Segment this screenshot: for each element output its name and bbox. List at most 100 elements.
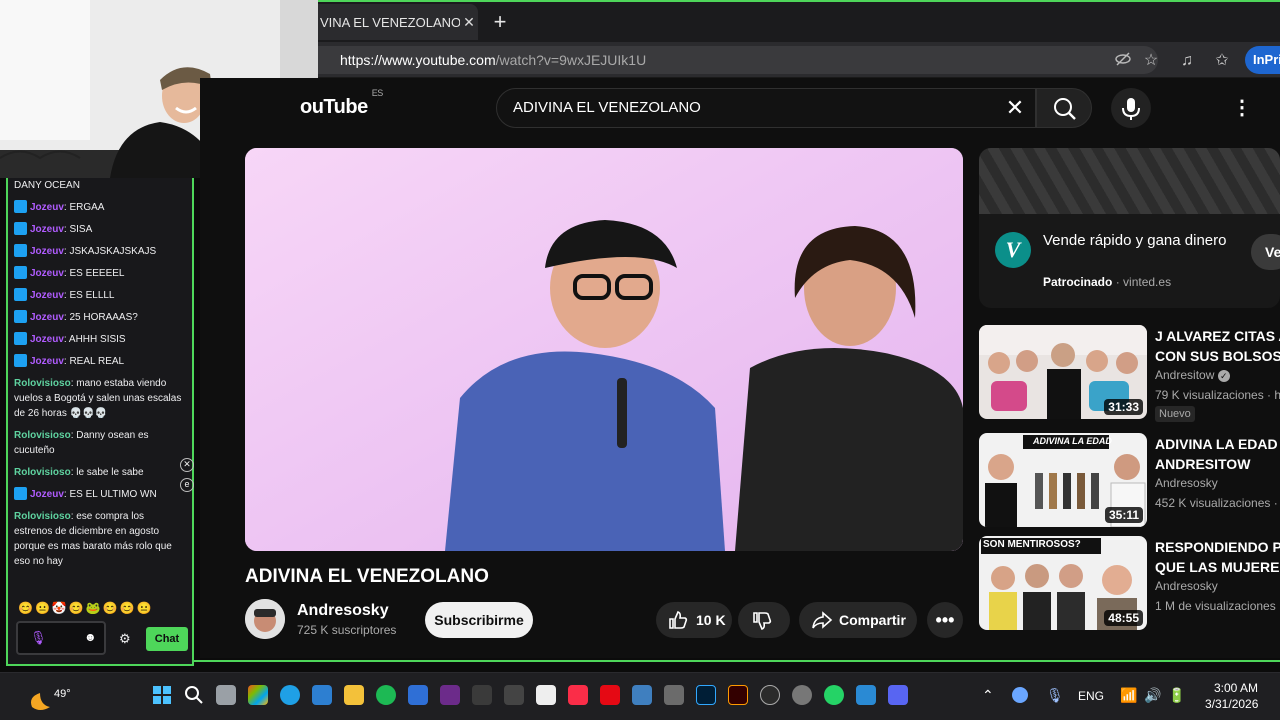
recommended-video[interactable]: ADIVINA LA EDAD 35:11 ADIVINA LA EDAD -A… <box>979 433 1280 529</box>
favorite-star-icon[interactable]: ☆ <box>1140 50 1162 72</box>
battery-icon[interactable]: 🔋 <box>1168 687 1185 704</box>
microphone-icon[interactable]: 🎙 <box>1046 687 1064 704</box>
app-icon[interactable] <box>664 685 684 705</box>
close-overlay-icon[interactable]: ✕ <box>180 458 194 472</box>
more-options-icon[interactable]: ⋮ <box>1230 90 1254 126</box>
chat-username[interactable]: Jozeuv <box>30 268 64 279</box>
file-explorer-icon[interactable] <box>344 685 364 705</box>
channel-name[interactable]: Andresosky <box>297 602 389 620</box>
recommended-channel[interactable]: Andresosky <box>1155 476 1218 490</box>
chat-send-button[interactable]: Chat <box>146 627 188 651</box>
browser-tab-active[interactable]: VINA EL VENEZOLANO - Y ✕ <box>318 4 478 40</box>
edge-icon[interactable]: e <box>180 478 194 492</box>
favorites-icon[interactable]: ✩ <box>1211 50 1233 72</box>
ad-cta-button[interactable]: Ve <box>1251 234 1280 270</box>
title-line-1: ADIVINA LA EDAD - <box>1155 436 1280 452</box>
chat-username[interactable]: Jozeuv <box>30 489 64 500</box>
chat-input[interactable]: 🎙 ☻ <box>16 621 106 655</box>
chat-username[interactable]: Jozeuv <box>30 290 64 301</box>
chat-message: Jozeuv: AHHH SISIS <box>14 332 184 347</box>
app-icon[interactable] <box>472 685 492 705</box>
chat-text: : REAL REAL <box>63 356 125 367</box>
chat-username[interactable]: Jozeuv <box>30 334 64 345</box>
chat-username[interactable]: Jozeuv <box>30 202 64 213</box>
gear-icon[interactable]: ⚙ <box>119 631 131 647</box>
edge-browser-icon[interactable] <box>280 685 300 705</box>
app-icon[interactable] <box>504 685 524 705</box>
recommended-title[interactable]: J ALVAREZ CITAS A CON SUS BOLSOS <box>1155 326 1280 366</box>
chevron-up-icon[interactable]: ⌃ <box>982 687 994 704</box>
url-field[interactable]: https://www.youtube.com/watch?v=9wxJEJUI… <box>318 46 1158 74</box>
youtube-logo[interactable]: ouTubeES <box>300 88 383 119</box>
ad-title[interactable]: Vende rápido y gana dinero <box>1043 230 1233 252</box>
notepad-icon[interactable] <box>536 685 556 705</box>
voice-search-button[interactable] <box>1111 88 1151 128</box>
video-thumbnail[interactable]: 31:33 <box>979 325 1147 419</box>
chat-username[interactable]: Jozeuv <box>30 246 64 257</box>
spotify-icon[interactable] <box>376 685 396 705</box>
photoshop-icon[interactable] <box>696 685 716 705</box>
video-thumbnail[interactable]: ADIVINA LA EDAD 35:11 <box>979 433 1147 527</box>
new-tab-icon[interactable]: + <box>486 8 514 36</box>
search-button[interactable] <box>1036 88 1092 128</box>
calculator-icon[interactable] <box>632 685 652 705</box>
subscribe-button[interactable]: Subscribirme <box>425 602 533 638</box>
like-button[interactable]: 10 K <box>656 602 732 638</box>
recommended-title[interactable]: RESPONDIENDO PR QUE LAS MUJERES <box>1155 537 1280 577</box>
dislike-button[interactable] <box>738 602 790 638</box>
chat-text: DANY OCEAN <box>14 180 80 191</box>
obs-icon[interactable] <box>760 685 780 705</box>
video-duration: 35:11 <box>1104 507 1143 523</box>
emoji-icon[interactable]: ☻ <box>84 630 97 644</box>
clock-date[interactable]: 3/31/2026 <box>1205 697 1258 711</box>
chat-username[interactable]: Rolovisioso <box>14 378 71 389</box>
store-icon[interactable] <box>312 685 332 705</box>
recommended-title[interactable]: ADIVINA LA EDAD - ANDRESITOW <box>1155 434 1280 474</box>
wifi-icon[interactable]: 📶 <box>1120 687 1137 704</box>
recommended-channel[interactable]: Andresitow ✓ <box>1155 368 1230 382</box>
chat-username[interactable]: Jozeuv <box>30 356 64 367</box>
video-thumbnail[interactable]: SON MENTIROSOS? 48:55 <box>979 536 1147 630</box>
recommended-video[interactable]: 31:33 J ALVAREZ CITAS A CON SUS BOLSOS An… <box>979 325 1280 422</box>
copilot-icon[interactable] <box>248 685 268 705</box>
chat-username[interactable]: Rolovisioso <box>14 467 71 478</box>
chat-text: : SISA <box>63 224 93 235</box>
recommended-video[interactable]: SON MENTIROSOS? 48:55 RESPONDIENDO PR QUE… <box>979 536 1280 632</box>
tracking-prevention-icon[interactable] <box>1112 50 1134 72</box>
music-icon[interactable] <box>568 685 588 705</box>
chat-username[interactable]: Jozeuv <box>30 312 64 323</box>
emote-bar[interactable]: 😊😐🤡😊🐸😊😊😐 <box>18 601 188 617</box>
volume-icon[interactable]: 🔊 <box>1144 687 1161 704</box>
sponsored-ad-card[interactable]: V Vende rápido y gana dinero Patrocinado… <box>979 148 1280 308</box>
search-icon[interactable] <box>184 685 204 705</box>
chat-username[interactable]: Rolovisioso <box>14 430 71 441</box>
language-indicator[interactable]: ENG <box>1078 689 1104 703</box>
defender-icon[interactable] <box>408 685 428 705</box>
chat-username[interactable]: Jozeuv <box>30 224 64 235</box>
chat-username[interactable]: Rolovisioso <box>14 511 71 522</box>
task-view-icon[interactable] <box>216 685 236 705</box>
settings-icon[interactable] <box>792 685 812 705</box>
more-actions-button[interactable]: ••• <box>927 602 963 638</box>
app-icon[interactable] <box>856 685 876 705</box>
clear-search-icon[interactable]: ✕ <box>1000 90 1030 126</box>
inprivate-badge[interactable]: InPriv <box>1245 46 1280 74</box>
clock-time[interactable]: 3:00 AM <box>1214 681 1258 695</box>
whatsapp-icon[interactable] <box>824 685 844 705</box>
weather-widget[interactable]: 49° <box>22 681 71 713</box>
like-count: 10 K <box>696 612 726 628</box>
share-button[interactable]: Compartir <box>799 602 917 638</box>
onedrive-icon[interactable] <box>1012 687 1028 703</box>
start-menu-icon[interactable] <box>152 685 172 705</box>
channel-avatar[interactable] <box>245 599 285 639</box>
video-player[interactable] <box>245 148 963 551</box>
app-icon[interactable] <box>888 685 908 705</box>
recommended-channel[interactable]: Andresosky <box>1155 579 1218 593</box>
app-icon[interactable] <box>440 685 460 705</box>
netflix-icon[interactable] <box>600 685 620 705</box>
read-aloud-icon[interactable]: ♫ <box>1176 50 1198 72</box>
close-tab-icon[interactable]: ✕ <box>460 14 478 31</box>
search-input[interactable]: ADIVINA EL VENEZOLANO <box>496 88 1036 128</box>
microphone-icon[interactable]: 🎙 <box>30 630 47 646</box>
illustrator-icon[interactable] <box>728 685 748 705</box>
